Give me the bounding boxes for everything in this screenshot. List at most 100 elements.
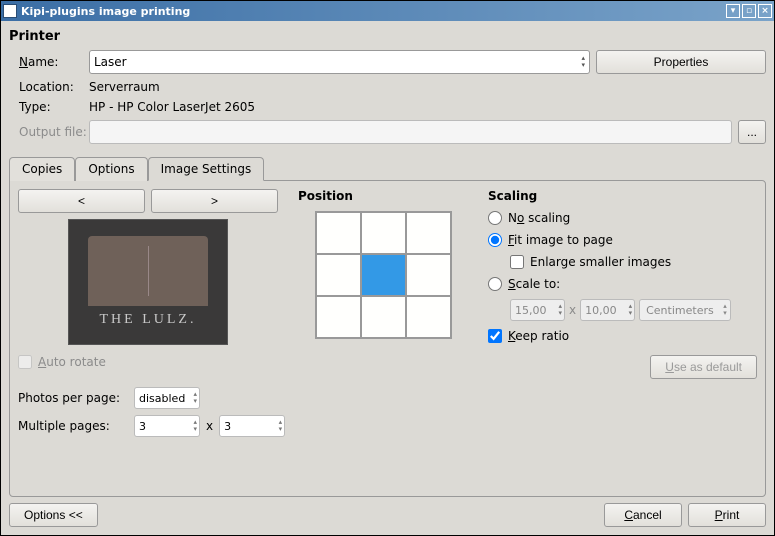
pos-cell-3[interactable] bbox=[316, 254, 361, 296]
nav-buttons: < > bbox=[18, 189, 278, 213]
output-file-input bbox=[89, 120, 732, 144]
window: Kipi-plugins image printing ▾ ▫ × Printe… bbox=[0, 0, 775, 536]
no-scaling-row: No scaling bbox=[488, 211, 757, 225]
output-label: Output file: bbox=[9, 125, 89, 139]
fit-page-radio[interactable] bbox=[488, 233, 502, 247]
tab-options[interactable]: Options bbox=[75, 157, 147, 181]
photos-per-page-label: Photos per page: bbox=[18, 391, 128, 405]
close-button[interactable]: × bbox=[758, 4, 772, 18]
pos-cell-5[interactable] bbox=[406, 254, 451, 296]
bottom-options: Photos per page: disabled ▴▾ Multiple pa… bbox=[18, 387, 757, 443]
pos-cell-1[interactable] bbox=[361, 212, 406, 254]
unit-combo: Centimeters ▴▾ bbox=[639, 299, 731, 321]
position-column: Position bbox=[298, 189, 468, 379]
multiple-rows-value: 3 bbox=[224, 420, 231, 433]
spin-arrows-icon: ▴▾ bbox=[193, 419, 197, 433]
scale-to-radio[interactable] bbox=[488, 277, 502, 291]
footer: Options << Cancel Print bbox=[9, 503, 766, 527]
tab-image-settings[interactable]: Image Settings bbox=[148, 157, 265, 181]
no-scaling-label: No scaling bbox=[508, 211, 570, 225]
preview-graphic bbox=[88, 236, 208, 306]
use-default-button: Use as default bbox=[650, 355, 757, 379]
auto-rotate-label: Auto rotate bbox=[38, 355, 106, 369]
keep-ratio-label: Keep ratio bbox=[508, 329, 569, 343]
pos-cell-2[interactable] bbox=[406, 212, 451, 254]
preview-column: < > THE LULZ. Auto rotate bbox=[18, 189, 278, 379]
tab-panel-image-settings: < > THE LULZ. Auto rotate bbox=[9, 180, 766, 497]
auto-rotate-checkbox bbox=[18, 355, 32, 369]
auto-rotate-row: Auto rotate bbox=[18, 355, 278, 369]
enlarge-label: Enlarge smaller images bbox=[530, 255, 671, 269]
spin-arrows-icon: ▴▾ bbox=[558, 303, 562, 317]
app-icon bbox=[3, 4, 17, 18]
scale-width-value: 15,00 bbox=[515, 304, 547, 317]
combo-arrows-icon: ▴▾ bbox=[581, 55, 585, 69]
scale-width-spin: 15,00 ▴▾ bbox=[510, 299, 565, 321]
print-button[interactable]: Print bbox=[688, 503, 766, 527]
tab-copies[interactable]: Copies bbox=[9, 157, 75, 181]
scale-height-value: 10,00 bbox=[585, 304, 617, 317]
fit-page-label: Fit image to page bbox=[508, 233, 613, 247]
combo-arrows-icon: ▴▾ bbox=[723, 303, 727, 317]
scale-inputs-row: 15,00 ▴▾ x 10,00 ▴▾ Centimeters ▴▾ bbox=[510, 299, 757, 321]
browse-button[interactable]: ... bbox=[738, 120, 766, 144]
cancel-button[interactable]: Cancel bbox=[604, 503, 682, 527]
output-row: Output file: ... bbox=[9, 120, 766, 144]
scale-to-label: Scale to: bbox=[508, 277, 560, 291]
location-row: Location: Serverraum bbox=[9, 80, 766, 94]
pos-cell-0[interactable] bbox=[316, 212, 361, 254]
fit-page-row: Fit image to page bbox=[488, 233, 757, 247]
maximize-button[interactable]: ▫ bbox=[742, 4, 756, 18]
multiple-cols-value: 3 bbox=[139, 420, 146, 433]
printer-name-combo[interactable]: Laser ▴▾ bbox=[89, 50, 590, 74]
multiple-pages-row: Multiple pages: 3 ▴▾ x 3 ▴▾ bbox=[18, 415, 757, 437]
tab-bar: Copies Options Image Settings bbox=[9, 156, 766, 180]
minimize-button[interactable]: ▾ bbox=[726, 4, 740, 18]
no-scaling-radio[interactable] bbox=[488, 211, 502, 225]
multiple-rows-spin[interactable]: 3 ▴▾ bbox=[219, 415, 285, 437]
scale-times: x bbox=[569, 303, 576, 317]
window-title: Kipi-plugins image printing bbox=[21, 5, 724, 18]
prev-image-button[interactable]: < bbox=[18, 189, 145, 213]
multiple-cols-spin[interactable]: 3 ▴▾ bbox=[134, 415, 200, 437]
content: Printer Name: Laser ▴▾ Properties Locati… bbox=[1, 21, 774, 535]
position-grid bbox=[315, 211, 452, 339]
titlebar: Kipi-plugins image printing ▾ ▫ × bbox=[1, 1, 774, 21]
photos-per-page-spin[interactable]: disabled ▴▾ bbox=[134, 387, 200, 409]
pos-cell-4[interactable] bbox=[361, 254, 406, 296]
pos-cell-7[interactable] bbox=[361, 296, 406, 338]
type-value: HP - HP Color LaserJet 2605 bbox=[89, 100, 255, 114]
scaling-column: Scaling No scaling Fit image to page Enl… bbox=[488, 189, 757, 379]
properties-button[interactable]: Properties bbox=[596, 50, 766, 74]
enlarge-checkbox[interactable] bbox=[510, 255, 524, 269]
type-row: Type: HP - HP Color LaserJet 2605 bbox=[9, 100, 766, 114]
multiple-times: x bbox=[206, 419, 213, 433]
type-label: Type: bbox=[9, 100, 89, 114]
name-row: Name: Laser ▴▾ Properties bbox=[9, 50, 766, 74]
pos-cell-8[interactable] bbox=[406, 296, 451, 338]
preview-caption: THE LULZ. bbox=[100, 312, 197, 328]
scale-to-row: Scale to: bbox=[488, 277, 757, 291]
enlarge-row: Enlarge smaller images bbox=[510, 255, 757, 269]
options-toggle-button[interactable]: Options << bbox=[9, 503, 98, 527]
photos-per-page-value: disabled bbox=[139, 392, 185, 405]
image-preview: THE LULZ. bbox=[68, 219, 228, 345]
photos-per-page-row: Photos per page: disabled ▴▾ bbox=[18, 387, 757, 409]
scale-height-spin: 10,00 ▴▾ bbox=[580, 299, 635, 321]
location-label: Location: bbox=[9, 80, 89, 94]
printer-name-value: Laser bbox=[94, 55, 127, 69]
location-value: Serverraum bbox=[89, 80, 160, 94]
spin-arrows-icon: ▴▾ bbox=[629, 303, 633, 317]
name-label: Name: bbox=[9, 55, 89, 69]
spin-arrows-icon: ▴▾ bbox=[279, 419, 283, 433]
pos-cell-6[interactable] bbox=[316, 296, 361, 338]
keep-ratio-checkbox[interactable] bbox=[488, 329, 502, 343]
spin-arrows-icon: ▴▾ bbox=[193, 391, 197, 405]
scaling-heading: Scaling bbox=[488, 189, 757, 203]
position-heading: Position bbox=[298, 189, 353, 203]
unit-value: Centimeters bbox=[646, 304, 714, 317]
panel-row: < > THE LULZ. Auto rotate bbox=[18, 189, 757, 379]
next-image-button[interactable]: > bbox=[151, 189, 278, 213]
multiple-pages-label: Multiple pages: bbox=[18, 419, 128, 433]
printer-group-title: Printer bbox=[9, 29, 766, 44]
